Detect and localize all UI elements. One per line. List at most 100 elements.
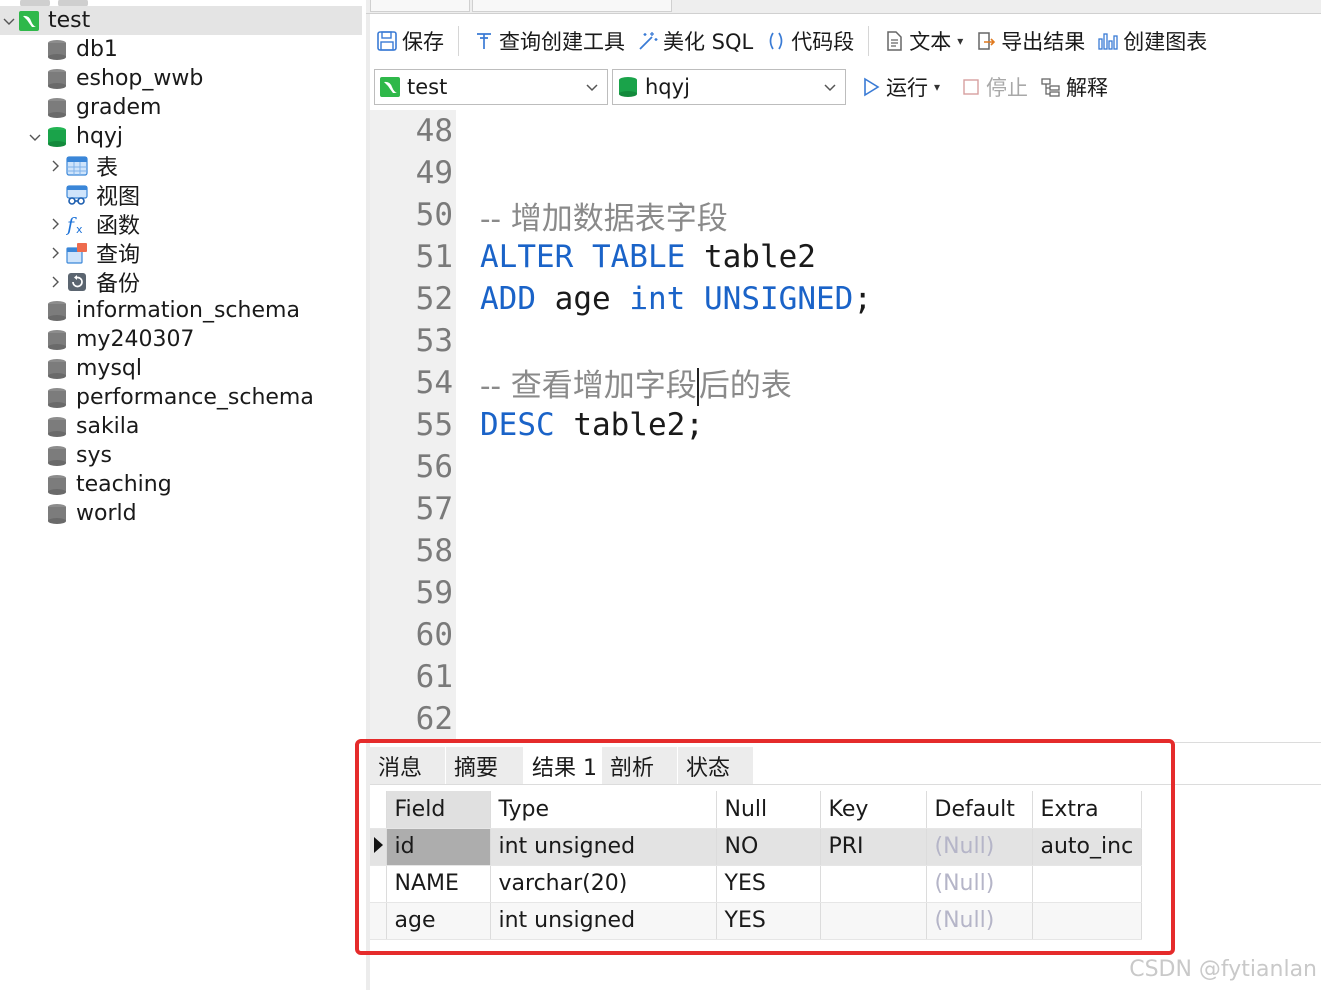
- code-snippet-button[interactable]: 代码段: [759, 23, 860, 59]
- tree-item[interactable]: sakila: [0, 412, 139, 441]
- grid-cell[interactable]: (Null): [926, 828, 1033, 866]
- column-header[interactable]: Null: [716, 791, 821, 829]
- stop-icon: [963, 79, 979, 95]
- query-builder-label: 查询创建工具: [499, 30, 625, 54]
- column-header[interactable]: Type: [490, 791, 717, 829]
- tree-item[interactable]: gradem: [0, 93, 161, 122]
- database-select[interactable]: hqyj: [612, 69, 846, 105]
- grid-cell[interactable]: age: [386, 902, 491, 940]
- table-row[interactable]: NAME varchar(20) YES (Null): [370, 865, 1143, 903]
- database-gray-icon: [46, 300, 68, 322]
- tree-item[interactable]: 查询: [0, 238, 141, 268]
- connection-toolbar: test hqyj 运行 ▾ 停止 解释: [370, 66, 1321, 108]
- tree-item-label: 查询: [96, 242, 141, 268]
- result-tab[interactable]: 状态: [678, 747, 754, 785]
- tree-item[interactable]: test: [0, 6, 362, 35]
- grid-cell[interactable]: int unsigned: [490, 902, 717, 940]
- tree-item[interactable]: mysql: [0, 354, 142, 383]
- code-line: 54 -- 查看增加字段后的表: [370, 362, 1321, 407]
- code-text: ADD age int UNSIGNED;: [456, 281, 872, 317]
- tree-item[interactable]: eshop_wwb: [0, 64, 203, 93]
- tree-item[interactable]: information_schema: [0, 296, 300, 325]
- connection-icon: [380, 77, 400, 97]
- database-gray-icon: [46, 474, 68, 496]
- save-button[interactable]: 保存: [370, 23, 450, 59]
- editor-toolbar: 保存 查询创建工具 美化 SQL 代码段 文本 ▾ 导出结果 创建图表: [370, 18, 1321, 64]
- tree-item[interactable]: sys: [0, 441, 112, 470]
- tree-item-label: information_schema: [76, 298, 300, 323]
- chevron-right-icon[interactable]: [46, 157, 64, 175]
- result-tab[interactable]: 消息: [370, 747, 446, 785]
- watermark: CSDN @fytianlan: [1129, 957, 1317, 982]
- table-row[interactable]: id int unsigned NO PRI (Null) auto_inc: [370, 828, 1143, 866]
- code-line: 48: [370, 110, 1321, 152]
- grid-cell[interactable]: [820, 902, 927, 940]
- code-line: 50 -- 增加数据表字段: [370, 194, 1321, 237]
- tree-item[interactable]: teaching: [0, 470, 172, 499]
- column-header[interactable]: Default: [926, 791, 1033, 829]
- grid-cell[interactable]: [820, 865, 927, 903]
- grid-cell[interactable]: auto_inc: [1032, 828, 1143, 866]
- chevron-down-icon[interactable]: [0, 12, 18, 30]
- database-green-icon: [46, 126, 68, 148]
- dropdown-caret-icon: ▾: [957, 34, 964, 48]
- tree-item[interactable]: hqyj: [0, 122, 123, 151]
- save-icon: [377, 31, 397, 51]
- grid-cell[interactable]: [1032, 902, 1143, 940]
- grid-cell[interactable]: varchar(20): [490, 865, 717, 903]
- export-result-button[interactable]: 导出结果: [969, 23, 1091, 59]
- text-dropdown-button[interactable]: 文本 ▾: [877, 23, 969, 59]
- save-label: 保存: [402, 30, 444, 54]
- tree-item[interactable]: 表: [0, 151, 118, 181]
- database-gray-icon: [46, 97, 68, 119]
- chevron-right-icon[interactable]: [46, 273, 64, 291]
- tree-item[interactable]: world: [0, 499, 137, 528]
- database-gray-icon: [46, 387, 68, 409]
- code-line: 57: [370, 488, 1321, 530]
- tree-item[interactable]: 备份: [0, 267, 140, 297]
- column-header[interactable]: Key: [820, 791, 927, 829]
- tree-item-label: teaching: [76, 472, 172, 497]
- sidebar-top-fragment: [20, 0, 170, 7]
- grid-cell[interactable]: int unsigned: [490, 828, 717, 866]
- result-tab[interactable]: 摘要: [446, 747, 524, 785]
- tree-item[interactable]: my240307: [0, 325, 194, 354]
- code-line: 49: [370, 152, 1321, 194]
- grid-cell[interactable]: [1032, 865, 1143, 903]
- grid-cell[interactable]: (Null): [926, 865, 1033, 903]
- tree-item[interactable]: db1: [0, 35, 118, 64]
- tree-item[interactable]: f x 函数: [0, 209, 140, 239]
- tree-item[interactable]: performance_schema: [0, 383, 314, 412]
- stop-button[interactable]: 停止: [960, 69, 1028, 105]
- tab-query[interactable]: [472, 0, 672, 12]
- chevron-right-icon[interactable]: [46, 215, 64, 233]
- grid-cell[interactable]: id: [386, 828, 491, 866]
- grid-cell[interactable]: YES: [716, 902, 821, 940]
- grid-cell[interactable]: PRI: [820, 828, 927, 866]
- grid-cell[interactable]: (Null): [926, 902, 1033, 940]
- grid-cell[interactable]: NAME: [386, 865, 491, 903]
- explain-button[interactable]: 解释: [1040, 69, 1108, 105]
- query-builder-button[interactable]: 查询创建工具: [467, 23, 631, 59]
- beautify-sql-button[interactable]: 美化 SQL: [631, 23, 759, 59]
- connection-select[interactable]: test: [374, 69, 608, 105]
- grid-cell[interactable]: NO: [716, 828, 821, 866]
- grid-cell[interactable]: YES: [716, 865, 821, 903]
- tab-objects[interactable]: [370, 0, 470, 12]
- code-text: ALTER TABLE table2: [456, 239, 816, 275]
- column-header[interactable]: Extra: [1032, 791, 1143, 829]
- column-header[interactable]: Field: [386, 791, 491, 829]
- sql-editor[interactable]: 48 49 50 -- 增加数据表字段 51 ALTER TABLE table2 52 AD…: [370, 110, 1321, 740]
- chevron-right-icon[interactable]: [46, 244, 64, 262]
- code-snippet-label: 代码段: [791, 30, 855, 54]
- tree-item-label: eshop_wwb: [76, 66, 204, 91]
- table-row[interactable]: age int unsigned YES (Null): [370, 902, 1143, 940]
- result-tab[interactable]: 剖析: [602, 747, 678, 785]
- chevron-down-icon[interactable]: [26, 128, 44, 146]
- create-chart-button[interactable]: 创建图表: [1091, 23, 1213, 59]
- result-tab[interactable]: 结果 1: [524, 747, 602, 785]
- run-button[interactable]: 运行 ▾: [860, 69, 940, 105]
- tree-item[interactable]: 视图: [0, 180, 140, 210]
